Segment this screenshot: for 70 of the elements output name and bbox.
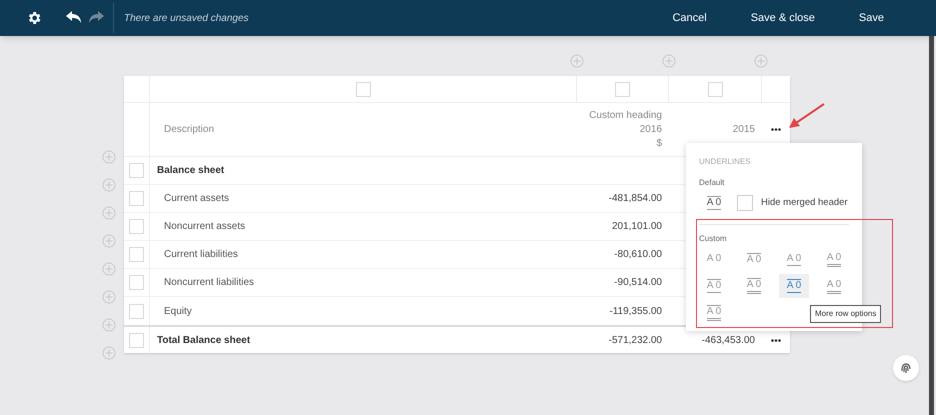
row-label: Balance sheet <box>157 164 224 178</box>
underline-option[interactable]: A 0 <box>819 247 849 271</box>
add-icon[interactable] <box>102 206 116 220</box>
underline-option[interactable]: A 0 <box>739 247 769 271</box>
table-cell-text: -90,514.00 <box>614 276 662 290</box>
option-label: Default <box>699 177 726 189</box>
toolbar-button[interactable]: Save & close <box>750 11 815 25</box>
underline-option[interactable]: A 0 <box>779 274 809 298</box>
more-button[interactable] <box>771 128 781 131</box>
row-label: Noncurrent liabilities <box>164 276 254 290</box>
checkbox[interactable] <box>129 247 144 262</box>
checkbox[interactable] <box>129 191 144 206</box>
column-heading: Description <box>164 123 214 137</box>
undo-icon[interactable] <box>66 11 82 25</box>
add-icon[interactable] <box>102 150 116 164</box>
checkbox[interactable] <box>708 82 722 96</box>
checkbox[interactable] <box>129 163 144 178</box>
underline-option[interactable]: A 0 <box>699 247 729 271</box>
underline-option[interactable]: A 0 <box>699 191 729 215</box>
add-icon[interactable] <box>102 290 116 304</box>
row-label: Noncurrent assets <box>164 220 246 234</box>
annotation-arrow <box>789 103 825 128</box>
more-icon <box>771 338 781 342</box>
redo-icon[interactable] <box>88 11 104 25</box>
column-heading: $ <box>656 136 662 150</box>
add-icon[interactable] <box>102 178 116 192</box>
checkbox-label: Hide merged header <box>761 196 848 210</box>
checkbox[interactable] <box>615 82 630 96</box>
column-heading: 2016 <box>640 122 662 136</box>
fingerprint-icon <box>900 362 912 374</box>
row-label: Current assets <box>164 192 230 206</box>
row-label: Current liabilities <box>164 248 238 262</box>
toolbar-button[interactable]: Save <box>858 11 884 25</box>
underline-option[interactable]: A 0 <box>819 274 849 298</box>
section-title: UNDERLINES <box>699 156 752 168</box>
row-label: Equity <box>164 304 192 318</box>
toolbar-button[interactable]: Cancel <box>672 11 707 25</box>
checkbox[interactable] <box>129 304 144 318</box>
checkbox[interactable] <box>129 219 144 234</box>
column-heading: Custom heading <box>589 108 662 122</box>
table-cell-text: -571,232.00 <box>608 334 662 348</box>
underline-option[interactable]: A 0 <box>699 301 729 325</box>
checkbox[interactable] <box>737 195 753 211</box>
floating-button[interactable] <box>893 355 919 381</box>
underline-option[interactable]: A 0 <box>739 274 769 298</box>
option-label: Custom <box>699 233 728 245</box>
add-icon[interactable] <box>102 318 116 332</box>
add-icon[interactable] <box>102 234 116 248</box>
row-label: Total Balance sheet <box>157 334 250 348</box>
add-icon[interactable] <box>570 54 584 68</box>
checkbox[interactable] <box>356 82 370 96</box>
table-cell-text: 201,101.00 <box>612 220 662 234</box>
table-cell-text: -481,854.00 <box>608 192 662 206</box>
tooltip: More row options <box>810 305 882 323</box>
checkbox[interactable] <box>129 275 144 290</box>
table-cell-text: -463,453.00 <box>702 334 755 348</box>
more-icon <box>771 128 781 131</box>
column-heading: 2015 <box>732 122 755 136</box>
add-icon[interactable] <box>754 54 768 68</box>
underline-option[interactable]: A 0 <box>779 247 809 271</box>
add-icon[interactable] <box>102 262 116 276</box>
add-icon[interactable] <box>662 54 676 68</box>
underline-option[interactable]: A 0 <box>699 274 729 298</box>
table-cell-text: -119,355.00 <box>609 304 662 318</box>
settings-icon[interactable] <box>26 10 42 26</box>
more-button[interactable] <box>771 338 781 342</box>
add-icon[interactable] <box>102 346 116 360</box>
table-cell-text: -80,610.00 <box>614 248 662 262</box>
checkbox[interactable] <box>129 332 144 348</box>
status-text: There are unsaved changes <box>124 12 249 26</box>
